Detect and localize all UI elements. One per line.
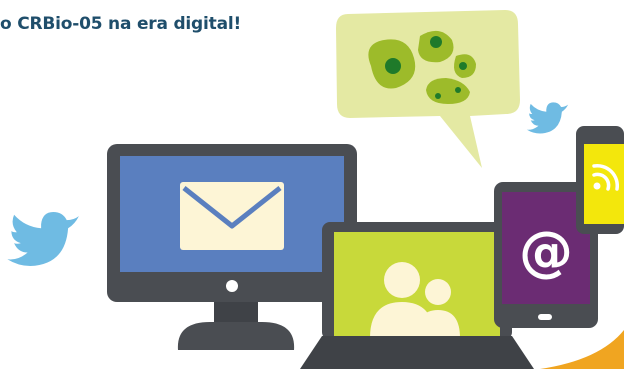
at-sign-icon: @	[519, 220, 573, 283]
smartphone	[576, 126, 624, 234]
desktop-monitor	[107, 144, 357, 350]
speech-bubble	[336, 10, 520, 168]
orange-accent	[540, 330, 624, 369]
twitter-bird-icon	[526, 102, 569, 134]
twitter-bird-icon	[7, 212, 79, 267]
envelope-icon	[180, 182, 284, 250]
digital-era-illustration: @	[7, 10, 624, 369]
